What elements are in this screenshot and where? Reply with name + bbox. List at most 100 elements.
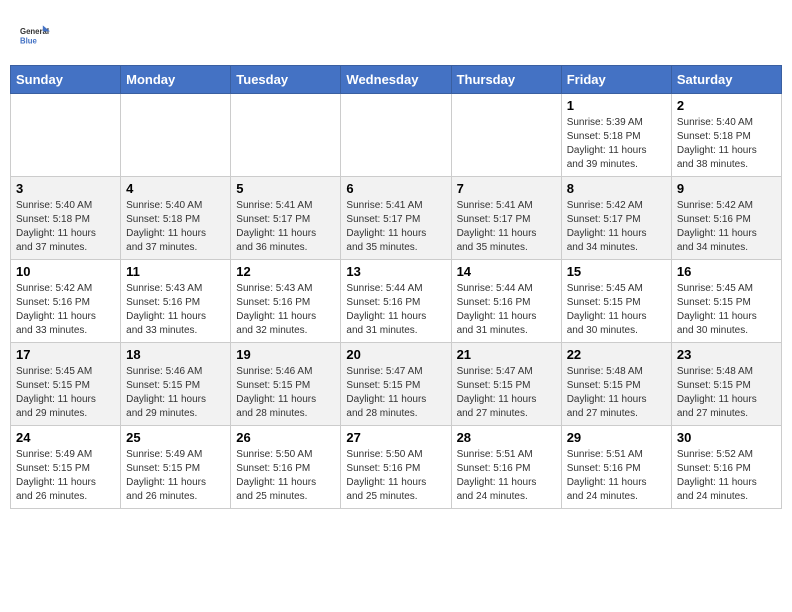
- calendar-cell: 1 Sunrise: 5:39 AM Sunset: 5:18 PM Daylig…: [561, 94, 671, 177]
- day-number: 30: [677, 430, 776, 445]
- calendar-week-row: 10 Sunrise: 5:42 AM Sunset: 5:16 PM Dayli…: [11, 260, 782, 343]
- svg-text:Blue: Blue: [20, 36, 38, 45]
- day-info: Sunrise: 5:43 AM Sunset: 5:16 PM Dayligh…: [126, 282, 225, 338]
- calendar-cell: 12 Sunrise: 5:43 AM Sunset: 5:16 PM Dayli…: [231, 260, 341, 343]
- day-info: Sunrise: 5:46 AM Sunset: 5:15 PM Dayligh…: [126, 365, 225, 421]
- calendar-cell: 27 Sunrise: 5:50 AM Sunset: 5:16 PM Dayli…: [341, 426, 451, 509]
- calendar-week-row: 17 Sunrise: 5:45 AM Sunset: 5:15 PM Dayli…: [11, 343, 782, 426]
- day-number: 20: [346, 347, 445, 362]
- day-number: 9: [677, 181, 776, 196]
- calendar-cell: 24Sunrise: 5:49 AM Sunset: 5:15 PM Dayli…: [11, 426, 121, 509]
- day-number: 12: [236, 264, 335, 279]
- day-number: 2: [677, 98, 776, 113]
- calendar-cell: 4Sunrise: 5:40 AM Sunset: 5:18 PM Daylig…: [121, 177, 231, 260]
- day-number: 1: [567, 98, 666, 113]
- day-number: 19: [236, 347, 335, 362]
- weekday-header: Friday: [561, 66, 671, 94]
- day-number: 5: [236, 181, 335, 196]
- calendar-cell: 13 Sunrise: 5:44 AM Sunset: 5:16 PM Dayli…: [341, 260, 451, 343]
- calendar-cell: 2 Sunrise: 5:40 AM Sunset: 5:18 PM Daylig…: [671, 94, 781, 177]
- calendar-week-row: 1 Sunrise: 5:39 AM Sunset: 5:18 PM Daylig…: [11, 94, 782, 177]
- day-number: 21: [457, 347, 556, 362]
- calendar-cell: [451, 94, 561, 177]
- calendar-cell: 25 Sunrise: 5:49 AM Sunset: 5:15 PM Dayli…: [121, 426, 231, 509]
- day-number: 17: [16, 347, 115, 362]
- day-number: 24: [16, 430, 115, 445]
- calendar-cell: 21 Sunrise: 5:47 AM Sunset: 5:15 PM Dayli…: [451, 343, 561, 426]
- calendar-cell: 7 Sunrise: 5:41 AM Sunset: 5:17 PM Daylig…: [451, 177, 561, 260]
- calendar-cell: 16 Sunrise: 5:45 AM Sunset: 5:15 PM Dayli…: [671, 260, 781, 343]
- calendar-cell: 29 Sunrise: 5:51 AM Sunset: 5:16 PM Dayli…: [561, 426, 671, 509]
- day-number: 15: [567, 264, 666, 279]
- day-number: 25: [126, 430, 225, 445]
- day-info: Sunrise: 5:45 AM Sunset: 5:15 PM Dayligh…: [677, 282, 776, 338]
- calendar-cell: [231, 94, 341, 177]
- calendar-cell: 5 Sunrise: 5:41 AM Sunset: 5:17 PM Daylig…: [231, 177, 341, 260]
- day-info: Sunrise: 5:48 AM Sunset: 5:15 PM Dayligh…: [567, 365, 666, 421]
- day-info: Sunrise: 5:49 AM Sunset: 5:15 PM Dayligh…: [126, 448, 225, 504]
- day-number: 13: [346, 264, 445, 279]
- calendar-cell: 6 Sunrise: 5:41 AM Sunset: 5:17 PM Daylig…: [341, 177, 451, 260]
- calendar-header: SundayMondayTuesdayWednesdayThursdayFrid…: [11, 66, 782, 94]
- calendar-table: SundayMondayTuesdayWednesdayThursdayFrid…: [10, 65, 782, 509]
- logo-icon: GeneralBlue: [20, 20, 50, 50]
- day-info: Sunrise: 5:46 AM Sunset: 5:15 PM Dayligh…: [236, 365, 335, 421]
- calendar-cell: 15 Sunrise: 5:45 AM Sunset: 5:15 PM Dayli…: [561, 260, 671, 343]
- day-info: Sunrise: 5:41 AM Sunset: 5:17 PM Dayligh…: [457, 199, 556, 255]
- weekday-header: Saturday: [671, 66, 781, 94]
- calendar-cell: 18 Sunrise: 5:46 AM Sunset: 5:15 PM Dayli…: [121, 343, 231, 426]
- calendar-cell: [341, 94, 451, 177]
- calendar-cell: [121, 94, 231, 177]
- calendar-cell: 30Sunrise: 5:52 AM Sunset: 5:16 PM Dayli…: [671, 426, 781, 509]
- day-info: Sunrise: 5:50 AM Sunset: 5:16 PM Dayligh…: [346, 448, 445, 504]
- day-info: Sunrise: 5:39 AM Sunset: 5:18 PM Dayligh…: [567, 116, 666, 172]
- day-number: 6: [346, 181, 445, 196]
- calendar-body: 1 Sunrise: 5:39 AM Sunset: 5:18 PM Daylig…: [11, 94, 782, 509]
- page-header: GeneralBlue: [10, 10, 782, 65]
- calendar-cell: 9Sunrise: 5:42 AM Sunset: 5:16 PM Daylig…: [671, 177, 781, 260]
- day-info: Sunrise: 5:45 AM Sunset: 5:15 PM Dayligh…: [567, 282, 666, 338]
- day-info: Sunrise: 5:44 AM Sunset: 5:16 PM Dayligh…: [346, 282, 445, 338]
- day-info: Sunrise: 5:42 AM Sunset: 5:16 PM Dayligh…: [16, 282, 115, 338]
- weekday-header: Wednesday: [341, 66, 451, 94]
- weekday-header: Tuesday: [231, 66, 341, 94]
- day-info: Sunrise: 5:40 AM Sunset: 5:18 PM Dayligh…: [677, 116, 776, 172]
- calendar-cell: 19 Sunrise: 5:46 AM Sunset: 5:15 PM Dayli…: [231, 343, 341, 426]
- day-info: Sunrise: 5:45 AM Sunset: 5:15 PM Dayligh…: [16, 365, 115, 421]
- calendar-cell: 23 Sunrise: 5:48 AM Sunset: 5:15 PM Dayli…: [671, 343, 781, 426]
- day-info: Sunrise: 5:41 AM Sunset: 5:17 PM Dayligh…: [346, 199, 445, 255]
- day-info: Sunrise: 5:48 AM Sunset: 5:15 PM Dayligh…: [677, 365, 776, 421]
- day-info: Sunrise: 5:42 AM Sunset: 5:17 PM Dayligh…: [567, 199, 666, 255]
- weekday-header: Sunday: [11, 66, 121, 94]
- day-number: 27: [346, 430, 445, 445]
- day-info: Sunrise: 5:47 AM Sunset: 5:15 PM Dayligh…: [457, 365, 556, 421]
- day-info: Sunrise: 5:43 AM Sunset: 5:16 PM Dayligh…: [236, 282, 335, 338]
- calendar-week-row: 3 Sunrise: 5:40 AM Sunset: 5:18 PM Daylig…: [11, 177, 782, 260]
- calendar-cell: 28Sunrise: 5:51 AM Sunset: 5:16 PM Dayli…: [451, 426, 561, 509]
- day-number: 8: [567, 181, 666, 196]
- day-number: 3: [16, 181, 115, 196]
- weekday-header: Monday: [121, 66, 231, 94]
- day-info: Sunrise: 5:51 AM Sunset: 5:16 PM Dayligh…: [567, 448, 666, 504]
- day-number: 18: [126, 347, 225, 362]
- day-number: 16: [677, 264, 776, 279]
- day-number: 23: [677, 347, 776, 362]
- day-info: Sunrise: 5:40 AM Sunset: 5:18 PM Dayligh…: [16, 199, 115, 255]
- day-info: Sunrise: 5:50 AM Sunset: 5:16 PM Dayligh…: [236, 448, 335, 504]
- day-number: 29: [567, 430, 666, 445]
- weekday-row: SundayMondayTuesdayWednesdayThursdayFrid…: [11, 66, 782, 94]
- day-number: 22: [567, 347, 666, 362]
- calendar-cell: 3 Sunrise: 5:40 AM Sunset: 5:18 PM Daylig…: [11, 177, 121, 260]
- day-number: 10: [16, 264, 115, 279]
- weekday-header: Thursday: [451, 66, 561, 94]
- calendar-cell: 20 Sunrise: 5:47 AM Sunset: 5:15 PM Dayli…: [341, 343, 451, 426]
- logo: GeneralBlue: [20, 20, 54, 50]
- day-info: Sunrise: 5:41 AM Sunset: 5:17 PM Dayligh…: [236, 199, 335, 255]
- day-number: 4: [126, 181, 225, 196]
- calendar-cell: 14Sunrise: 5:44 AM Sunset: 5:16 PM Dayli…: [451, 260, 561, 343]
- calendar-cell: 10 Sunrise: 5:42 AM Sunset: 5:16 PM Dayli…: [11, 260, 121, 343]
- day-number: 28: [457, 430, 556, 445]
- day-info: Sunrise: 5:47 AM Sunset: 5:15 PM Dayligh…: [346, 365, 445, 421]
- calendar-cell: 8 Sunrise: 5:42 AM Sunset: 5:17 PM Daylig…: [561, 177, 671, 260]
- day-number: 7: [457, 181, 556, 196]
